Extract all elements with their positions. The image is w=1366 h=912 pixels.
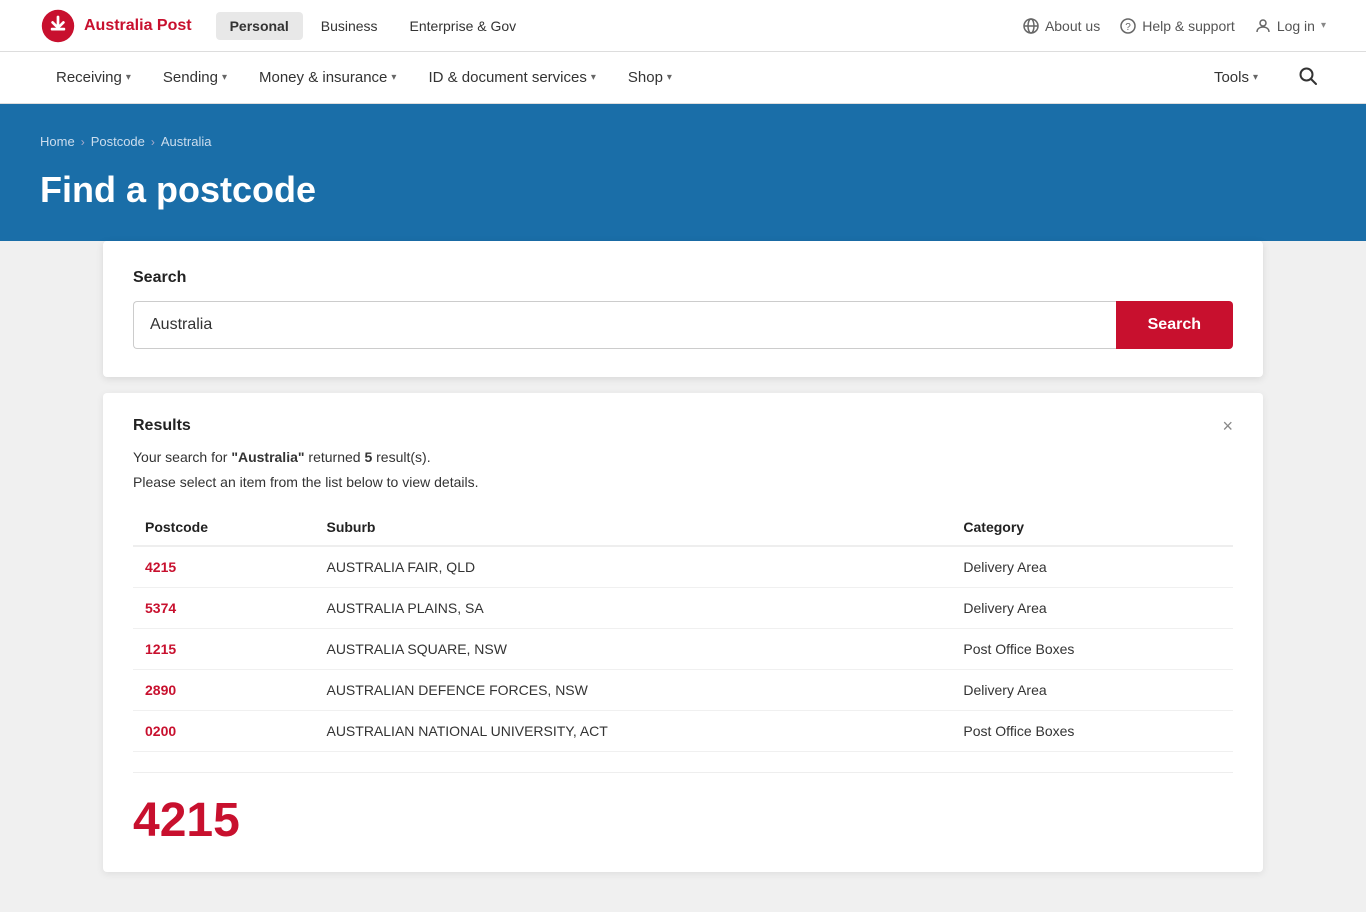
table-row: 1215 AUSTRALIA SQUARE, NSWPost Office Box… [133, 629, 1233, 670]
nav-receiving[interactable]: Receiving ▾ [40, 53, 147, 102]
description-prefix: Your search for [133, 449, 231, 465]
table-row: 4215 AUSTRALIA FAIR, QLDDelivery Area [133, 546, 1233, 588]
nav-business[interactable]: Business [307, 12, 392, 40]
breadcrumb-current: Australia [161, 134, 212, 149]
results-description-line2: Please select an item from the list belo… [133, 472, 1233, 493]
selected-postcode-section: 4215 [133, 772, 1233, 848]
nav-money-insurance[interactable]: Money & insurance ▾ [243, 53, 412, 102]
question-icon: ? [1120, 18, 1136, 34]
nav-enterprise[interactable]: Enterprise & Gov [396, 12, 531, 40]
cell-category: Post Office Boxes [951, 629, 1233, 670]
cell-category: Post Office Boxes [951, 711, 1233, 752]
results-description-line1: Your search for "Australia" returned 5 r… [133, 447, 1233, 468]
close-results-button[interactable]: × [1222, 417, 1233, 435]
col-suburb: Suburb [314, 509, 951, 546]
table-row: 0200 AUSTRALIAN NATIONAL UNIVERSITY, ACTP… [133, 711, 1233, 752]
login-link[interactable]: Log in ▾ [1255, 18, 1326, 34]
search-card: Search Search [103, 241, 1263, 377]
id-chevron: ▾ [591, 72, 596, 83]
cell-postcode: 1215 [133, 629, 314, 670]
postcode-link[interactable]: 5374 [145, 600, 176, 616]
table-row: 2890 AUSTRALIAN DEFENCE FORCES, NSWDelive… [133, 670, 1233, 711]
search-term: "Australia" [231, 449, 304, 465]
user-icon [1255, 18, 1271, 34]
main-nav-right: Tools ▾ [1198, 53, 1326, 102]
table-header-row: Postcode Suburb Category [133, 509, 1233, 546]
cell-postcode: 2890 [133, 670, 314, 711]
cell-category: Delivery Area [951, 588, 1233, 629]
logo[interactable]: Australia Post [40, 8, 192, 44]
search-label: Search [133, 269, 1233, 287]
main-nav: Receiving ▾ Sending ▾ Money & insurance … [0, 52, 1366, 104]
postcode-link[interactable]: 1215 [145, 641, 176, 657]
results-card: Results × Your search for "Australia" re… [103, 393, 1263, 872]
table-row: 5374 AUSTRALIA PLAINS, SADelivery Area [133, 588, 1233, 629]
postcode-link[interactable]: 0200 [145, 723, 176, 739]
cell-postcode: 0200 [133, 711, 314, 752]
sending-chevron: ▾ [222, 72, 227, 83]
nav-personal[interactable]: Personal [216, 12, 303, 40]
search-icon-button[interactable] [1290, 58, 1326, 97]
about-us-link[interactable]: About us [1023, 18, 1100, 34]
breadcrumb-sep-2: › [151, 135, 155, 149]
breadcrumb-home[interactable]: Home [40, 134, 75, 149]
cell-postcode: 4215 [133, 546, 314, 588]
breadcrumb-sep-1: › [81, 135, 85, 149]
login-chevron: ▾ [1321, 20, 1326, 31]
money-chevron: ▾ [391, 72, 396, 83]
description-suffix: result(s). [372, 449, 430, 465]
cell-suburb: AUSTRALIA PLAINS, SA [314, 588, 951, 629]
nav-tools[interactable]: Tools ▾ [1198, 53, 1274, 102]
search-input[interactable] [133, 301, 1116, 349]
main-nav-left: Receiving ▾ Sending ▾ Money & insurance … [40, 53, 688, 102]
australia-post-logo-icon [40, 8, 76, 44]
cell-category: Delivery Area [951, 546, 1233, 588]
nav-id-document[interactable]: ID & document services ▾ [412, 53, 611, 102]
cell-postcode: 5374 [133, 588, 314, 629]
description-middle: returned [305, 449, 365, 465]
cell-category: Delivery Area [951, 670, 1233, 711]
page-title: Find a postcode [40, 169, 1326, 211]
help-support-link[interactable]: ? Help & support [1120, 18, 1235, 34]
cell-suburb: AUSTRALIAN NATIONAL UNIVERSITY, ACT [314, 711, 951, 752]
postcode-link[interactable]: 4215 [145, 559, 176, 575]
results-table: Postcode Suburb Category 4215 AUSTRALIA F… [133, 509, 1233, 752]
help-support-label: Help & support [1142, 18, 1235, 34]
top-bar: Australia Post Personal Business Enterpr… [0, 0, 1366, 52]
logo-text: Australia Post [84, 17, 192, 35]
receiving-chevron: ▾ [126, 72, 131, 83]
top-bar-left: Australia Post Personal Business Enterpr… [40, 8, 530, 44]
breadcrumb: Home › Postcode › Australia [40, 134, 1326, 149]
col-postcode: Postcode [133, 509, 314, 546]
search-row: Search [133, 301, 1233, 349]
about-us-label: About us [1045, 18, 1100, 34]
postcode-link[interactable]: 2890 [145, 682, 176, 698]
results-title: Results [133, 417, 191, 435]
top-nav-links: Personal Business Enterprise & Gov [216, 12, 531, 40]
cell-suburb: AUSTRALIAN DEFENCE FORCES, NSW [314, 670, 951, 711]
nav-sending[interactable]: Sending ▾ [147, 53, 243, 102]
svg-text:?: ? [1125, 22, 1131, 33]
results-header: Results × [133, 417, 1233, 435]
cell-suburb: AUSTRALIA FAIR, QLD [314, 546, 951, 588]
globe-icon [1023, 18, 1039, 34]
selected-postcode-number: 4215 [133, 793, 1233, 848]
col-category: Category [951, 509, 1233, 546]
nav-shop[interactable]: Shop ▾ [612, 53, 688, 102]
breadcrumb-postcode[interactable]: Postcode [91, 134, 145, 149]
cell-suburb: AUSTRALIA SQUARE, NSW [314, 629, 951, 670]
search-icon [1298, 66, 1318, 86]
search-button[interactable]: Search [1116, 301, 1233, 349]
shop-chevron: ▾ [667, 72, 672, 83]
tools-chevron: ▾ [1253, 72, 1258, 83]
login-label: Log in [1277, 18, 1315, 34]
top-bar-right: About us ? Help & support Log in ▾ [1023, 18, 1326, 34]
